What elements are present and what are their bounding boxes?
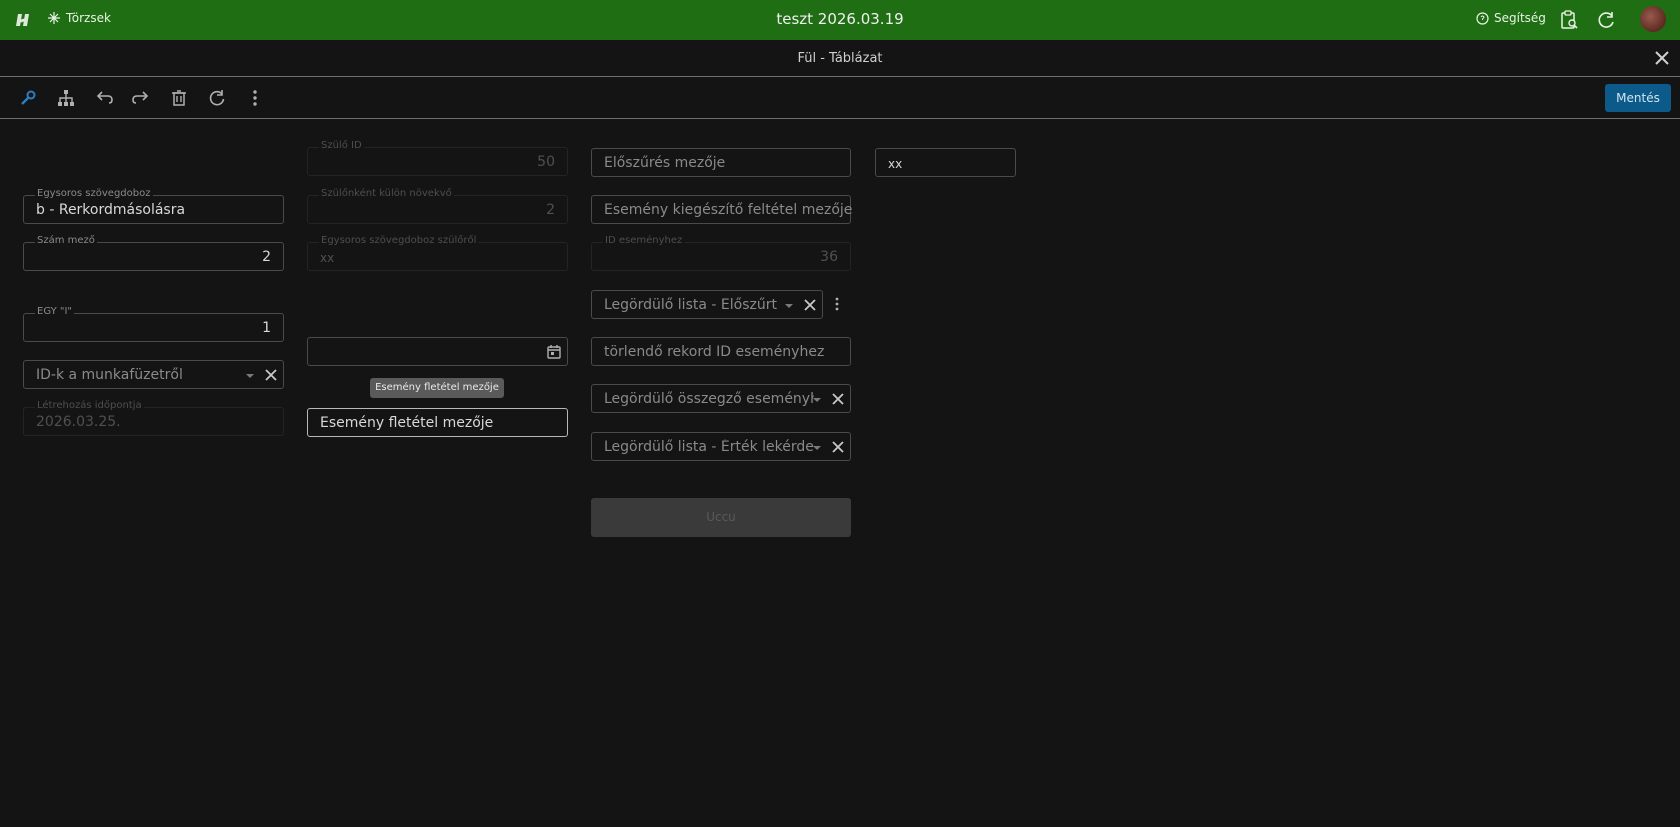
szam-mezo-field[interactable]: Szám mező 2 (23, 235, 284, 271)
date-field[interactable] (307, 337, 568, 366)
field-label: Egysoros szövegdoboz szülőről (319, 235, 479, 247)
select-placeholder: Legördülő összegző eseményh... (604, 391, 814, 407)
field-placeholder: Esemény fletétel mezője (320, 415, 494, 431)
select-placeholder: ID-k a munkafüzetről (36, 367, 183, 383)
close-icon[interactable] (1652, 48, 1672, 68)
app-logo-icon[interactable] (14, 10, 34, 30)
idk-munkafuzet-select[interactable]: ID-k a munkafüzetről (23, 360, 284, 389)
field-value: b - Rerkordmásolásra (36, 202, 186, 218)
field-label: Szám mező (35, 235, 97, 247)
help-button[interactable]: Segítség (1476, 11, 1546, 25)
clear-icon[interactable] (264, 368, 278, 382)
egy-i-field[interactable]: EGY "I" 1 (23, 306, 284, 342)
trash-icon[interactable] (169, 88, 189, 108)
szulo-id-field: Szülő ID 50 (307, 140, 568, 176)
field-value: 1 (262, 320, 271, 336)
calendar-icon[interactable] (546, 344, 562, 360)
dialog-title: Fül - Táblázat (797, 51, 883, 66)
field-placeholder: Előszűrés mezője (604, 155, 726, 171)
help-bubble-icon (1476, 11, 1489, 25)
legordulo-ertek-select[interactable]: Legördülő lista - Érték lekérdez... (591, 432, 851, 461)
field-value: 2 (546, 202, 555, 218)
select-placeholder: Legördülő lista - Érték lekérdez... (604, 439, 814, 455)
dropdown-arrow-icon[interactable] (246, 374, 254, 378)
torzsek-label: Törzsek (66, 11, 111, 25)
field-placeholder: törlendő rekord ID eseményhez (604, 344, 825, 360)
torlendo-rekord-field[interactable]: törlendő rekord ID eseményhez (591, 337, 851, 366)
torzsek-menu[interactable]: Törzsek (48, 11, 111, 25)
eloszures-field[interactable]: Előszűrés mezője (591, 148, 851, 177)
dropdown-arrow-icon[interactable] (813, 446, 821, 450)
egysoros-szulorol-field: Egysoros szövegdoboz szülőről xx (307, 235, 568, 271)
clear-icon[interactable] (803, 298, 817, 312)
sitemap-icon[interactable] (56, 88, 76, 108)
field-value: 50 (537, 154, 555, 170)
dropdown-arrow-icon[interactable] (813, 398, 821, 402)
legordulo-osszegzo-select[interactable]: Legördülő összegző eseményh... (591, 384, 851, 413)
user-avatar[interactable] (1640, 6, 1666, 32)
szulonkent-kulon-novekvo-field: Szülőnként külön növekvő 2 (307, 188, 568, 224)
clear-icon[interactable] (831, 392, 845, 406)
wrench-icon[interactable] (18, 88, 38, 108)
page-title: teszt 2026.03.19 (776, 10, 904, 28)
field-value: xx (320, 251, 335, 265)
refresh-icon[interactable] (207, 88, 227, 108)
dropdown-arrow-icon[interactable] (785, 304, 793, 308)
legordulo-eloszurt-select[interactable]: Legördülő lista - Előszűrt (591, 290, 823, 319)
field-label: Létrehozás időpontja (35, 400, 144, 412)
egysoros-szovegdoboz-field[interactable]: Egysoros szövegdoboz b - Rerkordmásolásr… (23, 188, 284, 224)
field-label: Szülőnként külön növekvő (319, 188, 454, 200)
more-vertical-icon[interactable] (245, 88, 265, 108)
field-placeholder: Esemény kiegészítő feltétel mezője (604, 202, 853, 218)
field-label: ID eseményhez (603, 235, 685, 247)
refresh-icon[interactable] (1596, 9, 1618, 31)
field-value: 36 (820, 249, 838, 265)
field-value: xx (888, 157, 903, 171)
esemeny-feltetel-field[interactable]: Esemény fletétel mezője (307, 408, 568, 437)
top-bar: Törzsek teszt 2026.03.19 Segítség (0, 0, 1680, 40)
select-placeholder: Legördülő lista - Előszűrt (604, 297, 777, 313)
clipboard-search-icon[interactable] (1558, 9, 1580, 31)
field-label: EGY "I" (35, 306, 75, 318)
redo-icon[interactable] (131, 88, 151, 108)
xx-field[interactable]: xx (875, 148, 1016, 177)
field-value: 2 (262, 249, 271, 265)
more-vertical-icon[interactable] (833, 296, 841, 312)
field-label: Egysoros szövegdoboz (35, 188, 153, 200)
sparkle-icon (48, 12, 60, 24)
help-label: Segítség (1494, 11, 1546, 25)
field-label: Szülő ID (319, 140, 364, 152)
save-button[interactable]: Mentés (1605, 84, 1671, 112)
field-value: 2026.03.25. (36, 414, 121, 430)
uccu-button[interactable]: Uccu (591, 498, 851, 537)
dialog-toolbar (0, 77, 1680, 119)
clear-icon[interactable] (831, 440, 845, 454)
undo-icon[interactable] (94, 88, 114, 108)
letrehozas-idopontja-field: Létrehozás időpontja 2026.03.25. (23, 400, 284, 436)
dialog-header: Fül - Táblázat (0, 40, 1680, 77)
tooltip: Esemény fletétel mezője (370, 378, 504, 398)
kiegeszito-feltetel-field[interactable]: Esemény kiegészítő feltétel mezője (591, 195, 853, 224)
id-esemenyhez-field: ID eseményhez 36 (591, 235, 851, 271)
